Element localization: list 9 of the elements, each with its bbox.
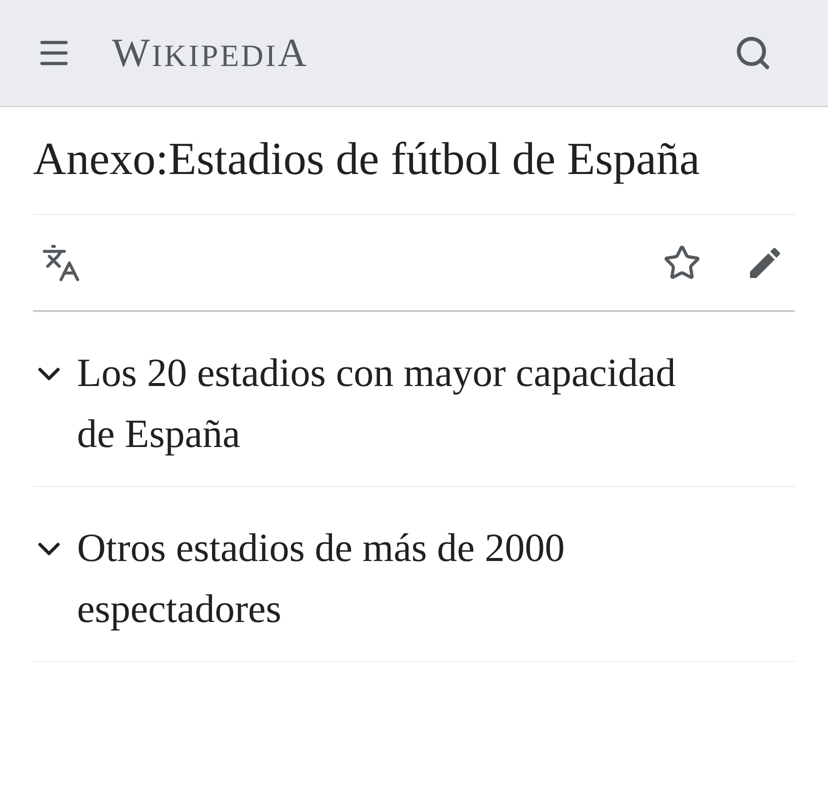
language-icon[interactable] [41, 242, 81, 282]
section-heading[interactable]: Otros estadios de más de 2000 espectadores [33, 487, 795, 662]
section-title: Los 20 estadios con mayor capacidad de España [77, 349, 677, 458]
section-heading[interactable]: Los 20 estadios con mayor capacidad de España [33, 312, 795, 487]
wikipedia-logo[interactable]: WIKIPEDIA [112, 33, 309, 73]
search-icon[interactable] [734, 34, 772, 72]
section-title: Otros estadios de más de 2000 espectadores [77, 524, 566, 633]
star-icon[interactable] [663, 244, 701, 282]
page-title: Anexo:Estadios de fútbol de España [33, 107, 795, 215]
